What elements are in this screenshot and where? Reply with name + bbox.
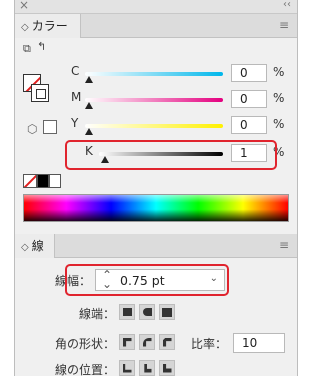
percent-unit: % xyxy=(273,117,285,131)
m-value-input[interactable]: 0 xyxy=(231,90,267,108)
round-cap-icon[interactable] xyxy=(139,304,155,320)
panel-menu-icon[interactable]: ≡ xyxy=(279,238,289,252)
color-tab-label: カラー xyxy=(31,19,68,33)
tab-color[interactable]: ◇ カラー xyxy=(15,14,81,38)
collapse-panel-icon[interactable]: ‹‹ xyxy=(283,0,291,10)
align-label: 線の位置： xyxy=(54,363,115,376)
default-fill-stroke-icon[interactable]: ⧉ xyxy=(23,42,31,56)
slider-thumb[interactable] xyxy=(85,128,93,135)
stroke-tab-label: 線 xyxy=(31,239,44,253)
slider-row-y: Y 0 % xyxy=(71,114,297,136)
none-swatch-icon[interactable] xyxy=(23,174,37,188)
stroke-box[interactable] xyxy=(31,84,49,102)
panel-menu-icon[interactable]: ≡ xyxy=(279,18,289,32)
slider-thumb[interactable] xyxy=(85,76,93,83)
white-swatch-icon[interactable] xyxy=(49,174,61,188)
percent-unit: % xyxy=(273,65,285,79)
panel-title-bar: × ‹‹ xyxy=(15,0,297,14)
weight-highlight xyxy=(65,264,229,296)
slider-label: M xyxy=(71,90,82,104)
percent-unit: % xyxy=(273,91,285,105)
y-value-input[interactable]: 0 xyxy=(231,116,267,134)
slider-row-m: M 0 % xyxy=(71,88,297,110)
slider-label: Y xyxy=(71,116,79,130)
stroke-panel-header: ◇ 線 ≡ xyxy=(15,234,297,258)
bevel-join-icon[interactable] xyxy=(159,334,175,350)
color-spectrum-bar[interactable] xyxy=(23,194,289,222)
align-inside-icon[interactable] xyxy=(139,360,155,376)
c-value-input[interactable]: 0 xyxy=(231,64,267,82)
magenta-slider-track[interactable] xyxy=(85,98,223,102)
slider-label: C xyxy=(71,64,80,78)
k-row-highlight xyxy=(65,140,277,170)
slider-row-c: C 0 % xyxy=(71,62,297,84)
slider-thumb[interactable] xyxy=(85,102,93,109)
butt-cap-icon[interactable] xyxy=(119,304,135,320)
black-swatch-icon[interactable] xyxy=(37,174,49,188)
tab-expand-icon[interactable]: ◇ xyxy=(21,22,29,33)
align-center-icon[interactable] xyxy=(119,360,135,376)
cyan-slider-track[interactable] xyxy=(85,72,223,76)
color-panel-header: ◇ カラー ≡ xyxy=(15,14,297,38)
miter-ratio-input[interactable]: 10 xyxy=(233,333,285,353)
round-join-icon[interactable] xyxy=(139,334,155,350)
out-of-gamut-cube-icon[interactable]: ⬡ xyxy=(27,122,37,136)
close-icon[interactable]: × xyxy=(19,0,29,12)
swap-fill-stroke-icon[interactable]: ↰ xyxy=(37,40,46,53)
align-outside-icon[interactable] xyxy=(159,360,175,376)
projecting-cap-icon[interactable] xyxy=(159,304,175,320)
cap-label: 線端： xyxy=(78,307,115,321)
tab-stroke[interactable]: ◇ 線 xyxy=(15,234,55,258)
fill-stroke-selector-icon[interactable] xyxy=(23,74,49,104)
miter-join-icon[interactable] xyxy=(119,334,135,350)
color-stroke-panels: × ‹‹ ◇ カラー ≡ ⧉ ↰ ⬡ C 0 % M 0 % Y 0 % K 1… xyxy=(14,0,298,376)
yellow-slider-track[interactable] xyxy=(85,124,223,128)
ratio-label: 比率： xyxy=(191,337,228,351)
gamut-swatch[interactable] xyxy=(43,120,57,134)
corner-label: 角の形状： xyxy=(54,337,115,351)
quick-swatches xyxy=(23,174,63,188)
tab-expand-icon[interactable]: ◇ xyxy=(21,242,29,253)
